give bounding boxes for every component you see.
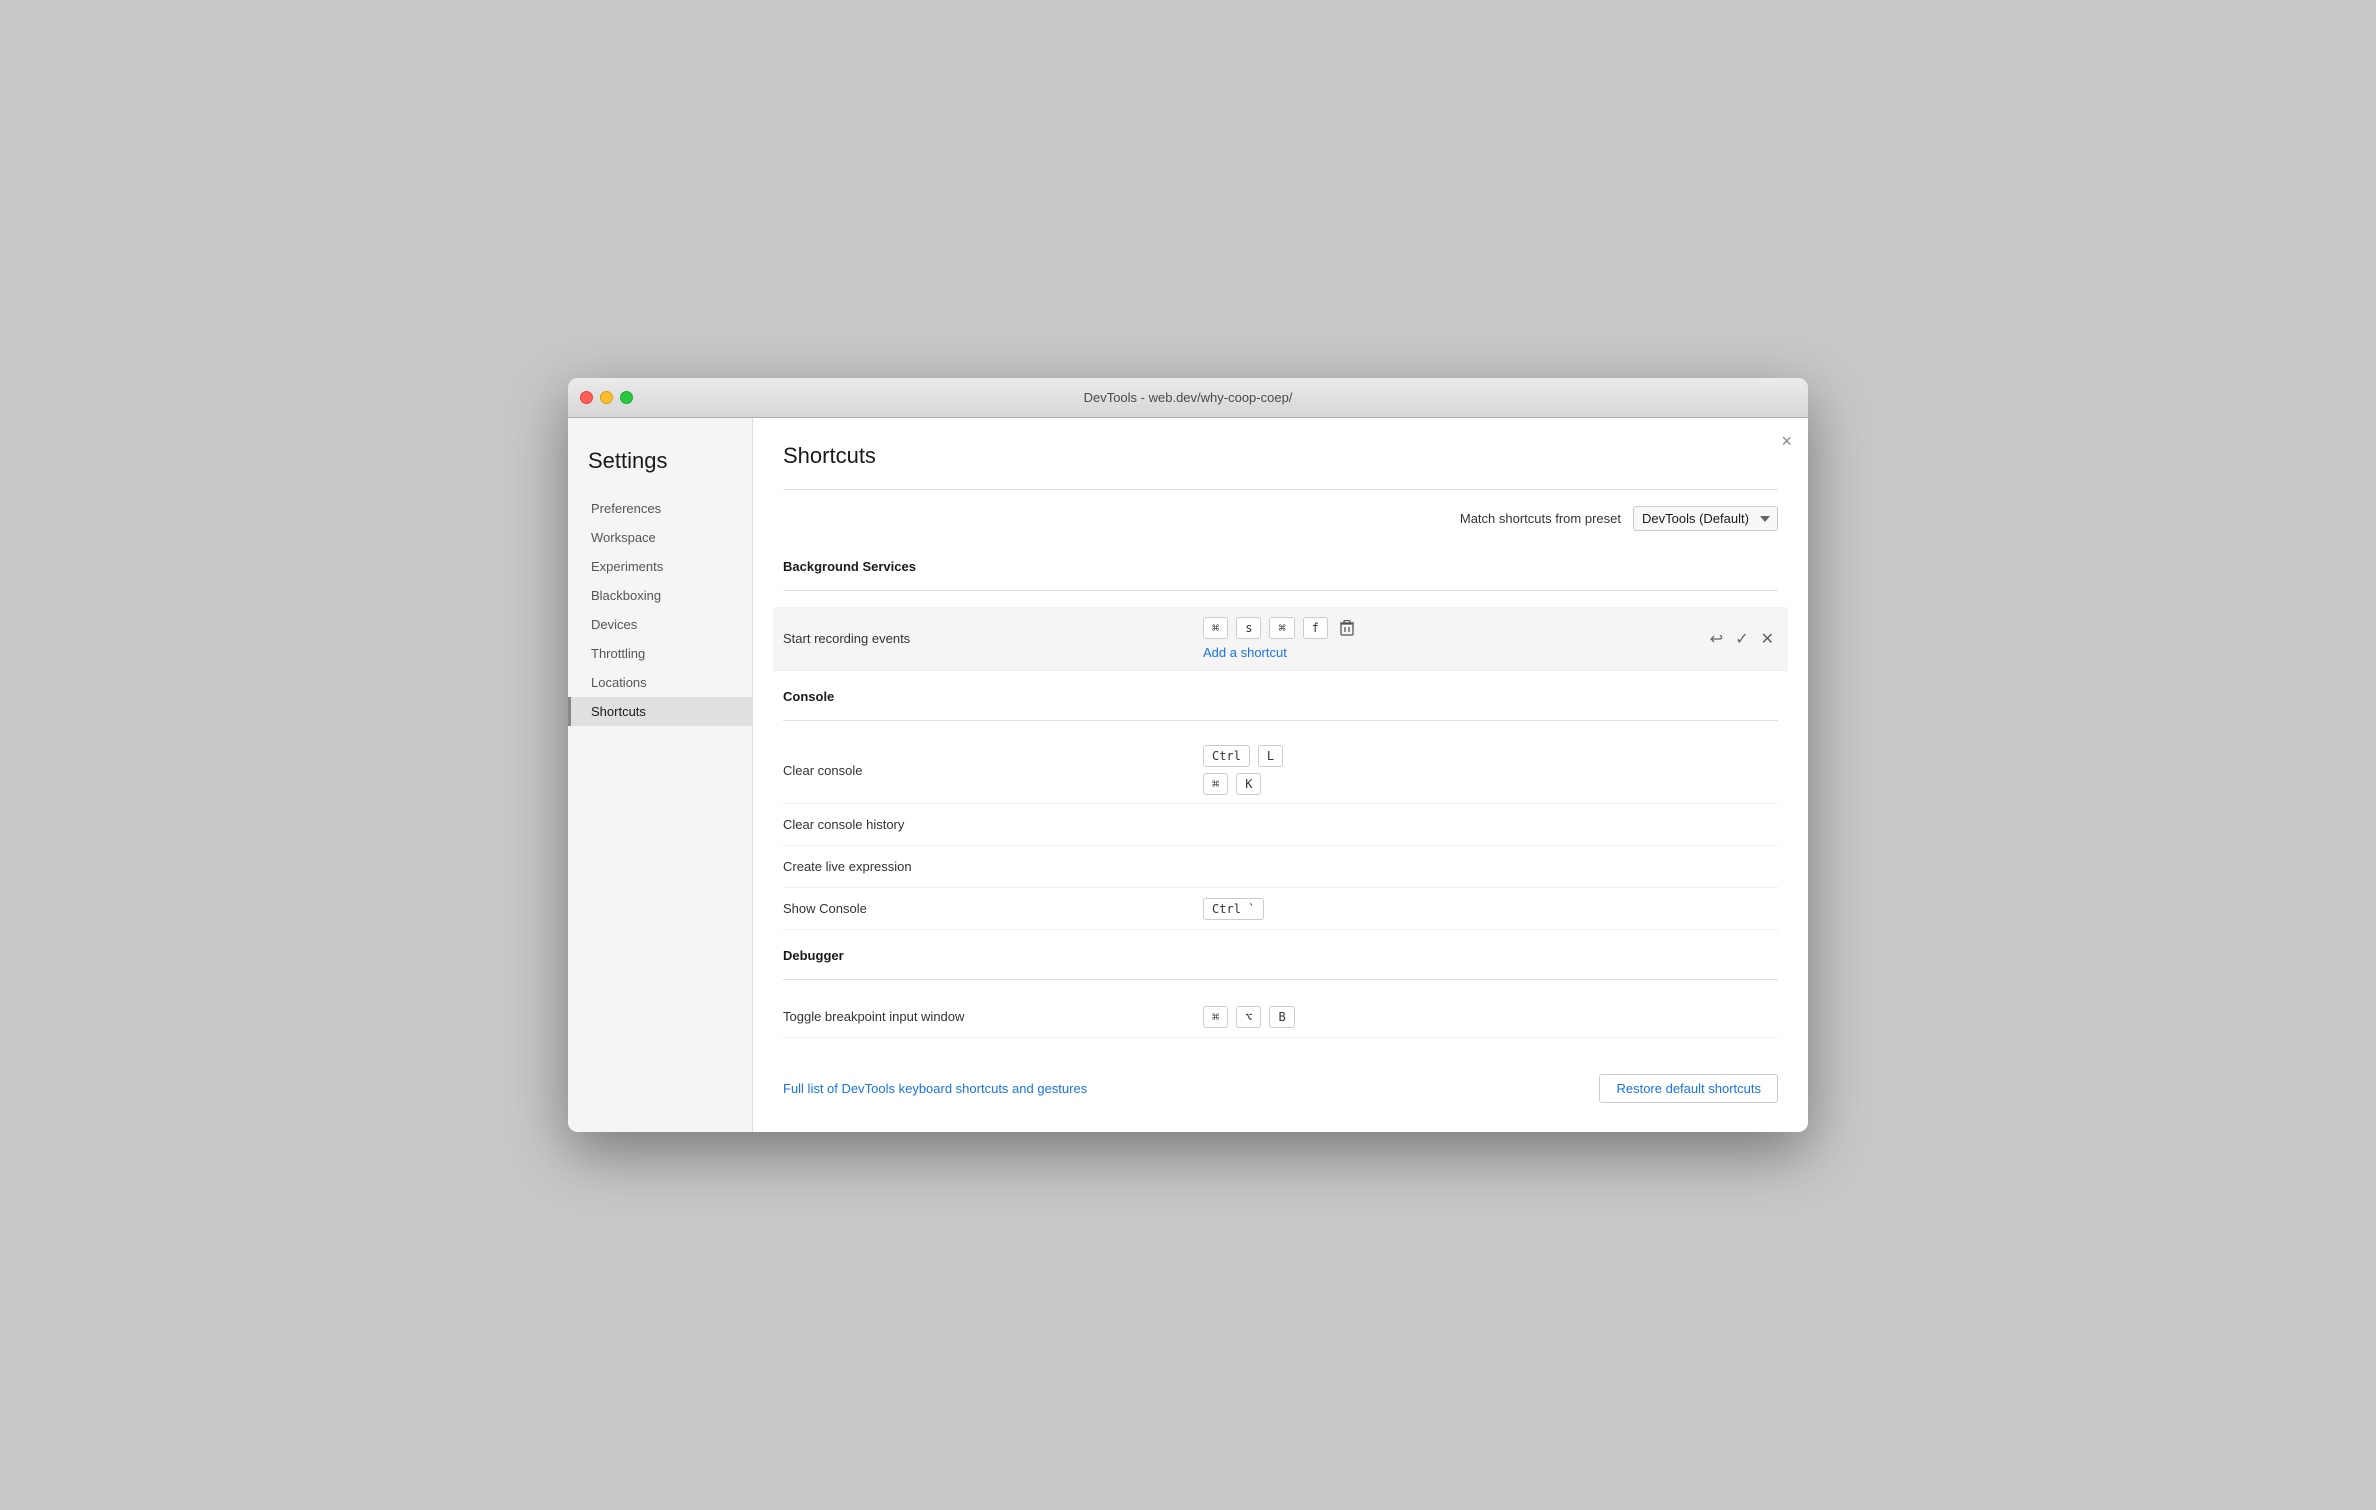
key-row-cmd-opt-b: ⌘ ⌥ B [1203,1006,1778,1028]
shortcut-name-start-recording: Start recording events [783,631,1203,646]
full-list-link[interactable]: Full list of DevTools keyboard shortcuts… [783,1081,1087,1096]
section-debugger: Debugger Toggle breakpoint input window … [783,940,1778,1038]
main-content: × Shortcuts Match shortcuts from preset … [753,418,1808,1132]
shortcut-name-clear-console: Clear console [783,763,1203,778]
sidebar-item-throttling[interactable]: Throttling [568,639,752,668]
key-f: f [1303,617,1328,639]
key-row-ctrl-backtick: Ctrl ` [1203,898,1778,920]
shortcut-keys-start-recording: ⌘ s ⌘ f [1203,617,1706,660]
key-ctrl: Ctrl [1203,745,1250,767]
shortcut-row-clear-console: Clear console Ctrl L ⌘ K [783,737,1778,804]
key-k: K [1236,773,1261,795]
shortcut-row-start-recording: Start recording events ⌘ s ⌘ f [773,607,1788,671]
key-ctrl-backtick: Ctrl ` [1203,898,1264,920]
titlebar: DevTools - web.dev/why-coop-coep/ [568,378,1808,418]
shortcut-row-toggle-breakpoint: Toggle breakpoint input window ⌘ ⌥ B [783,996,1778,1038]
top-divider [783,489,1778,490]
preset-label: Match shortcuts from preset [1460,511,1621,526]
key-row-cmd-k: ⌘ K [1203,773,1778,795]
row-end-actions: ↩ ✓ ✕ [1706,627,1778,651]
shortcut-keys-show-console: Ctrl ` [1203,898,1778,920]
shortcut-name-live-expression: Create live expression [783,859,1203,874]
key-opt: ⌥ [1236,1006,1261,1028]
section-console: Console Clear console Ctrl L ⌘ K [783,681,1778,930]
shortcut-keys-toggle-breakpoint: ⌘ ⌥ B [1203,1006,1778,1028]
shortcut-row-clear-history: Clear console history [783,804,1778,846]
restore-defaults-button[interactable]: Restore default shortcuts [1599,1074,1778,1103]
key-b: B [1269,1006,1294,1028]
add-shortcut-link[interactable]: Add a shortcut [1203,645,1287,660]
shortcut-row-show-console: Show Console Ctrl ` [783,888,1778,930]
preset-select[interactable]: DevTools (Default) Visual Studio Code [1633,506,1778,531]
shortcut-name-show-console: Show Console [783,901,1203,916]
section-divider-debugger [783,979,1778,980]
close-button[interactable]: × [1781,432,1792,450]
sidebar-item-experiments[interactable]: Experiments [568,552,752,581]
page-title: Shortcuts [783,443,1778,469]
close-traffic-light[interactable] [580,391,593,404]
maximize-traffic-light[interactable] [620,391,633,404]
section-title-background-services: Background Services [783,551,1778,582]
window-body: Settings Preferences Workspace Experimen… [568,418,1808,1132]
shortcut-name-toggle-breakpoint: Toggle breakpoint input window [783,1009,1203,1024]
section-title-console: Console [783,681,1778,712]
traffic-lights [580,391,633,404]
key-row-ctrl-l: Ctrl L [1203,745,1778,767]
key-cmd-b1: ⌘ [1203,1006,1228,1028]
section-divider-bg [783,590,1778,591]
sidebar: Settings Preferences Workspace Experimen… [568,418,753,1132]
shortcut-keys-clear-console: Ctrl L ⌘ K [1203,745,1778,795]
devtools-window: DevTools - web.dev/why-coop-coep/ Settin… [568,378,1808,1132]
key-cmd-k1: ⌘ [1203,773,1228,795]
window-title: DevTools - web.dev/why-coop-coep/ [1084,390,1293,405]
sidebar-item-blackboxing[interactable]: Blackboxing [568,581,752,610]
preset-row: Match shortcuts from preset DevTools (De… [783,506,1778,531]
key-s: s [1236,617,1261,639]
section-background-services: Background Services Start recording even… [783,551,1778,671]
section-title-debugger: Debugger [783,940,1778,971]
sidebar-item-devices[interactable]: Devices [568,610,752,639]
add-shortcut-row: Add a shortcut [1203,645,1706,660]
footer: Full list of DevTools keyboard shortcuts… [783,1058,1778,1107]
undo-button[interactable]: ↩ [1706,627,1727,651]
minimize-traffic-light[interactable] [600,391,613,404]
delete-shortcut-button[interactable] [1336,618,1358,638]
shortcut-name-clear-history: Clear console history [783,817,1203,832]
sidebar-heading: Settings [568,438,752,494]
key-cmd: ⌘ [1203,617,1228,639]
sidebar-item-preferences[interactable]: Preferences [568,494,752,523]
key-row-start-recording: ⌘ s ⌘ f [1203,617,1706,639]
cancel-edit-button[interactable]: ✕ [1757,627,1778,651]
sidebar-item-locations[interactable]: Locations [568,668,752,697]
key-cmd2: ⌘ [1269,617,1294,639]
confirm-button[interactable]: ✓ [1731,627,1752,651]
sidebar-item-workspace[interactable]: Workspace [568,523,752,552]
key-l: L [1258,745,1283,767]
sidebar-item-shortcuts[interactable]: Shortcuts [568,697,752,726]
shortcut-row-live-expression: Create live expression [783,846,1778,888]
section-divider-console [783,720,1778,721]
